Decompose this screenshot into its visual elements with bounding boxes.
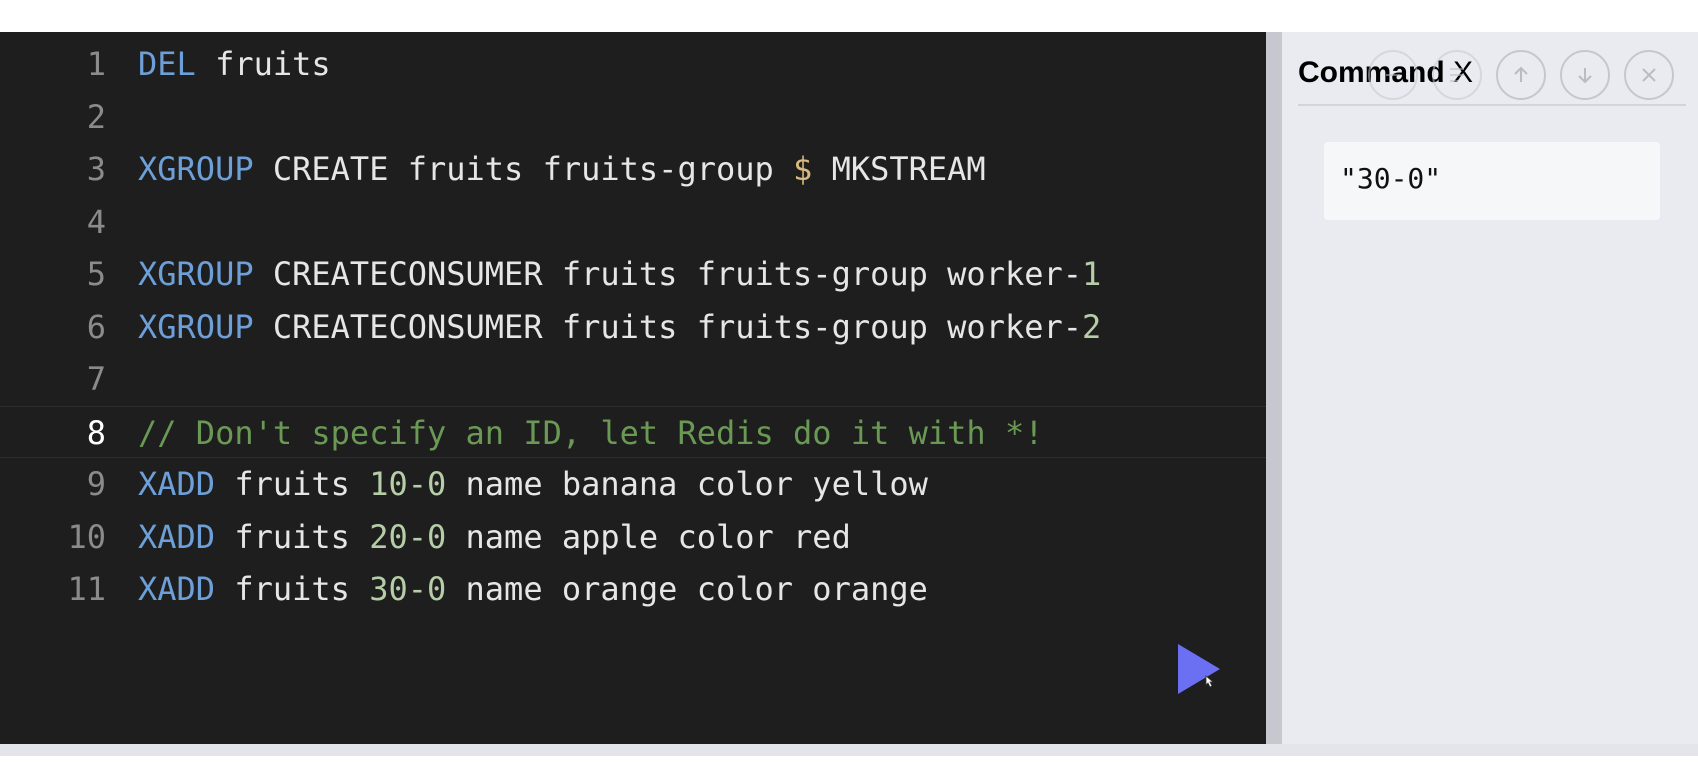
scroll-down-button[interactable] [1560, 50, 1610, 100]
code-token: DEL [138, 45, 196, 83]
code-token: CREATE fruits fruits-group [253, 150, 794, 188]
app-window: 1 DEL fruits 2 3 XGROUP CREATE fruits fruits… [0, 32, 1698, 744]
close-button[interactable] [1624, 50, 1674, 100]
format-button[interactable] [1432, 50, 1482, 100]
arrow-up-icon [1514, 66, 1528, 82]
code-token: XGROUP [138, 255, 254, 293]
code-token: $ [793, 150, 813, 188]
code-line[interactable]: 5 XGROUP CREATECONSUMER fruits fruits-gro… [0, 248, 1266, 301]
minimize-icon [1386, 74, 1400, 76]
code-token: 2 [1082, 307, 1102, 346]
line-number: 8 [86, 413, 106, 452]
code-token: 1 [1082, 255, 1102, 293]
scroll-up-button[interactable] [1496, 50, 1546, 100]
code-lines: 1 DEL fruits 2 3 XGROUP CREATE fruits fruits… [0, 38, 1266, 616]
line-number: 5 [86, 255, 106, 293]
close-icon [1642, 68, 1656, 82]
code-token: fruits [215, 517, 370, 556]
code-token: CREATECONSUMER fruits fruits-group worke… [253, 255, 1083, 293]
line-number: 4 [86, 202, 106, 241]
code-line[interactable]: 9 XADD fruits 10-0 name banana color yell… [0, 458, 1266, 511]
code-token: XGROUP [138, 150, 254, 188]
code-token: XADD [138, 465, 216, 503]
line-number: 6 [86, 307, 106, 346]
code-token: 10-0 [369, 465, 447, 503]
code-token: XADD [138, 570, 216, 608]
code-token: 30-0 [369, 570, 447, 608]
line-number: 10 [67, 517, 106, 556]
code-token: // Don't specify an ID, let Redis do it … [138, 413, 1044, 452]
code-line[interactable]: 4 [0, 196, 1266, 249]
code-line[interactable]: 2 [0, 91, 1266, 144]
format-icon [1450, 68, 1464, 82]
run-button[interactable] [1176, 642, 1222, 696]
line-number: 1 [86, 45, 106, 83]
code-token: XGROUP [138, 307, 254, 346]
code-line[interactable]: 11 XADD fruits 30-0 name orange color ora… [0, 563, 1266, 616]
code-token: CREATECONSUMER fruits fruits-group worke… [253, 307, 1083, 346]
result-value: "30-0" [1340, 162, 1442, 195]
line-number: 3 [86, 150, 106, 188]
panel-header: Command X [1298, 44, 1686, 106]
code-token: name banana color yellow [446, 465, 928, 503]
window-bottom-edge [0, 744, 1698, 780]
result-output: "30-0" [1324, 142, 1660, 220]
bottom-shadow [0, 744, 1698, 756]
line-number: 2 [86, 97, 106, 136]
command-panel: Command X "30-0" [1282, 32, 1698, 744]
code-token: name orange color orange [446, 570, 928, 608]
arrow-down-icon [1578, 68, 1592, 84]
code-line[interactable]: 7 [0, 353, 1266, 406]
code-token: fruits [215, 570, 370, 608]
minimize-button[interactable] [1368, 50, 1418, 100]
code-token: MKSTREAM [812, 150, 986, 188]
line-number: 7 [86, 360, 106, 398]
panel-divider[interactable] [1266, 32, 1282, 744]
code-line[interactable]: 10 XADD fruits 20-0 name apple color red [0, 511, 1266, 564]
code-token: 20-0 [369, 517, 447, 556]
code-token: XADD [138, 517, 216, 556]
code-token: fruits [195, 45, 331, 83]
code-line[interactable]: 6 XGROUP CREATECONSUMER fruits fruits-gro… [0, 301, 1266, 354]
play-icon [1178, 644, 1220, 694]
line-number: 11 [67, 570, 106, 608]
code-line[interactable]: 3 XGROUP CREATE fruits fruits-group $ MKS… [0, 143, 1266, 196]
code-editor[interactable]: 1 DEL fruits 2 3 XGROUP CREATE fruits fruits… [0, 32, 1266, 744]
code-token: name apple color red [446, 517, 851, 556]
code-line[interactable]: 8 // Don't specify an ID, let Redis do it… [0, 405, 1266, 458]
code-token: fruits [215, 465, 370, 503]
line-number: 9 [86, 465, 106, 503]
code-line[interactable]: 1 DEL fruits [0, 38, 1266, 91]
